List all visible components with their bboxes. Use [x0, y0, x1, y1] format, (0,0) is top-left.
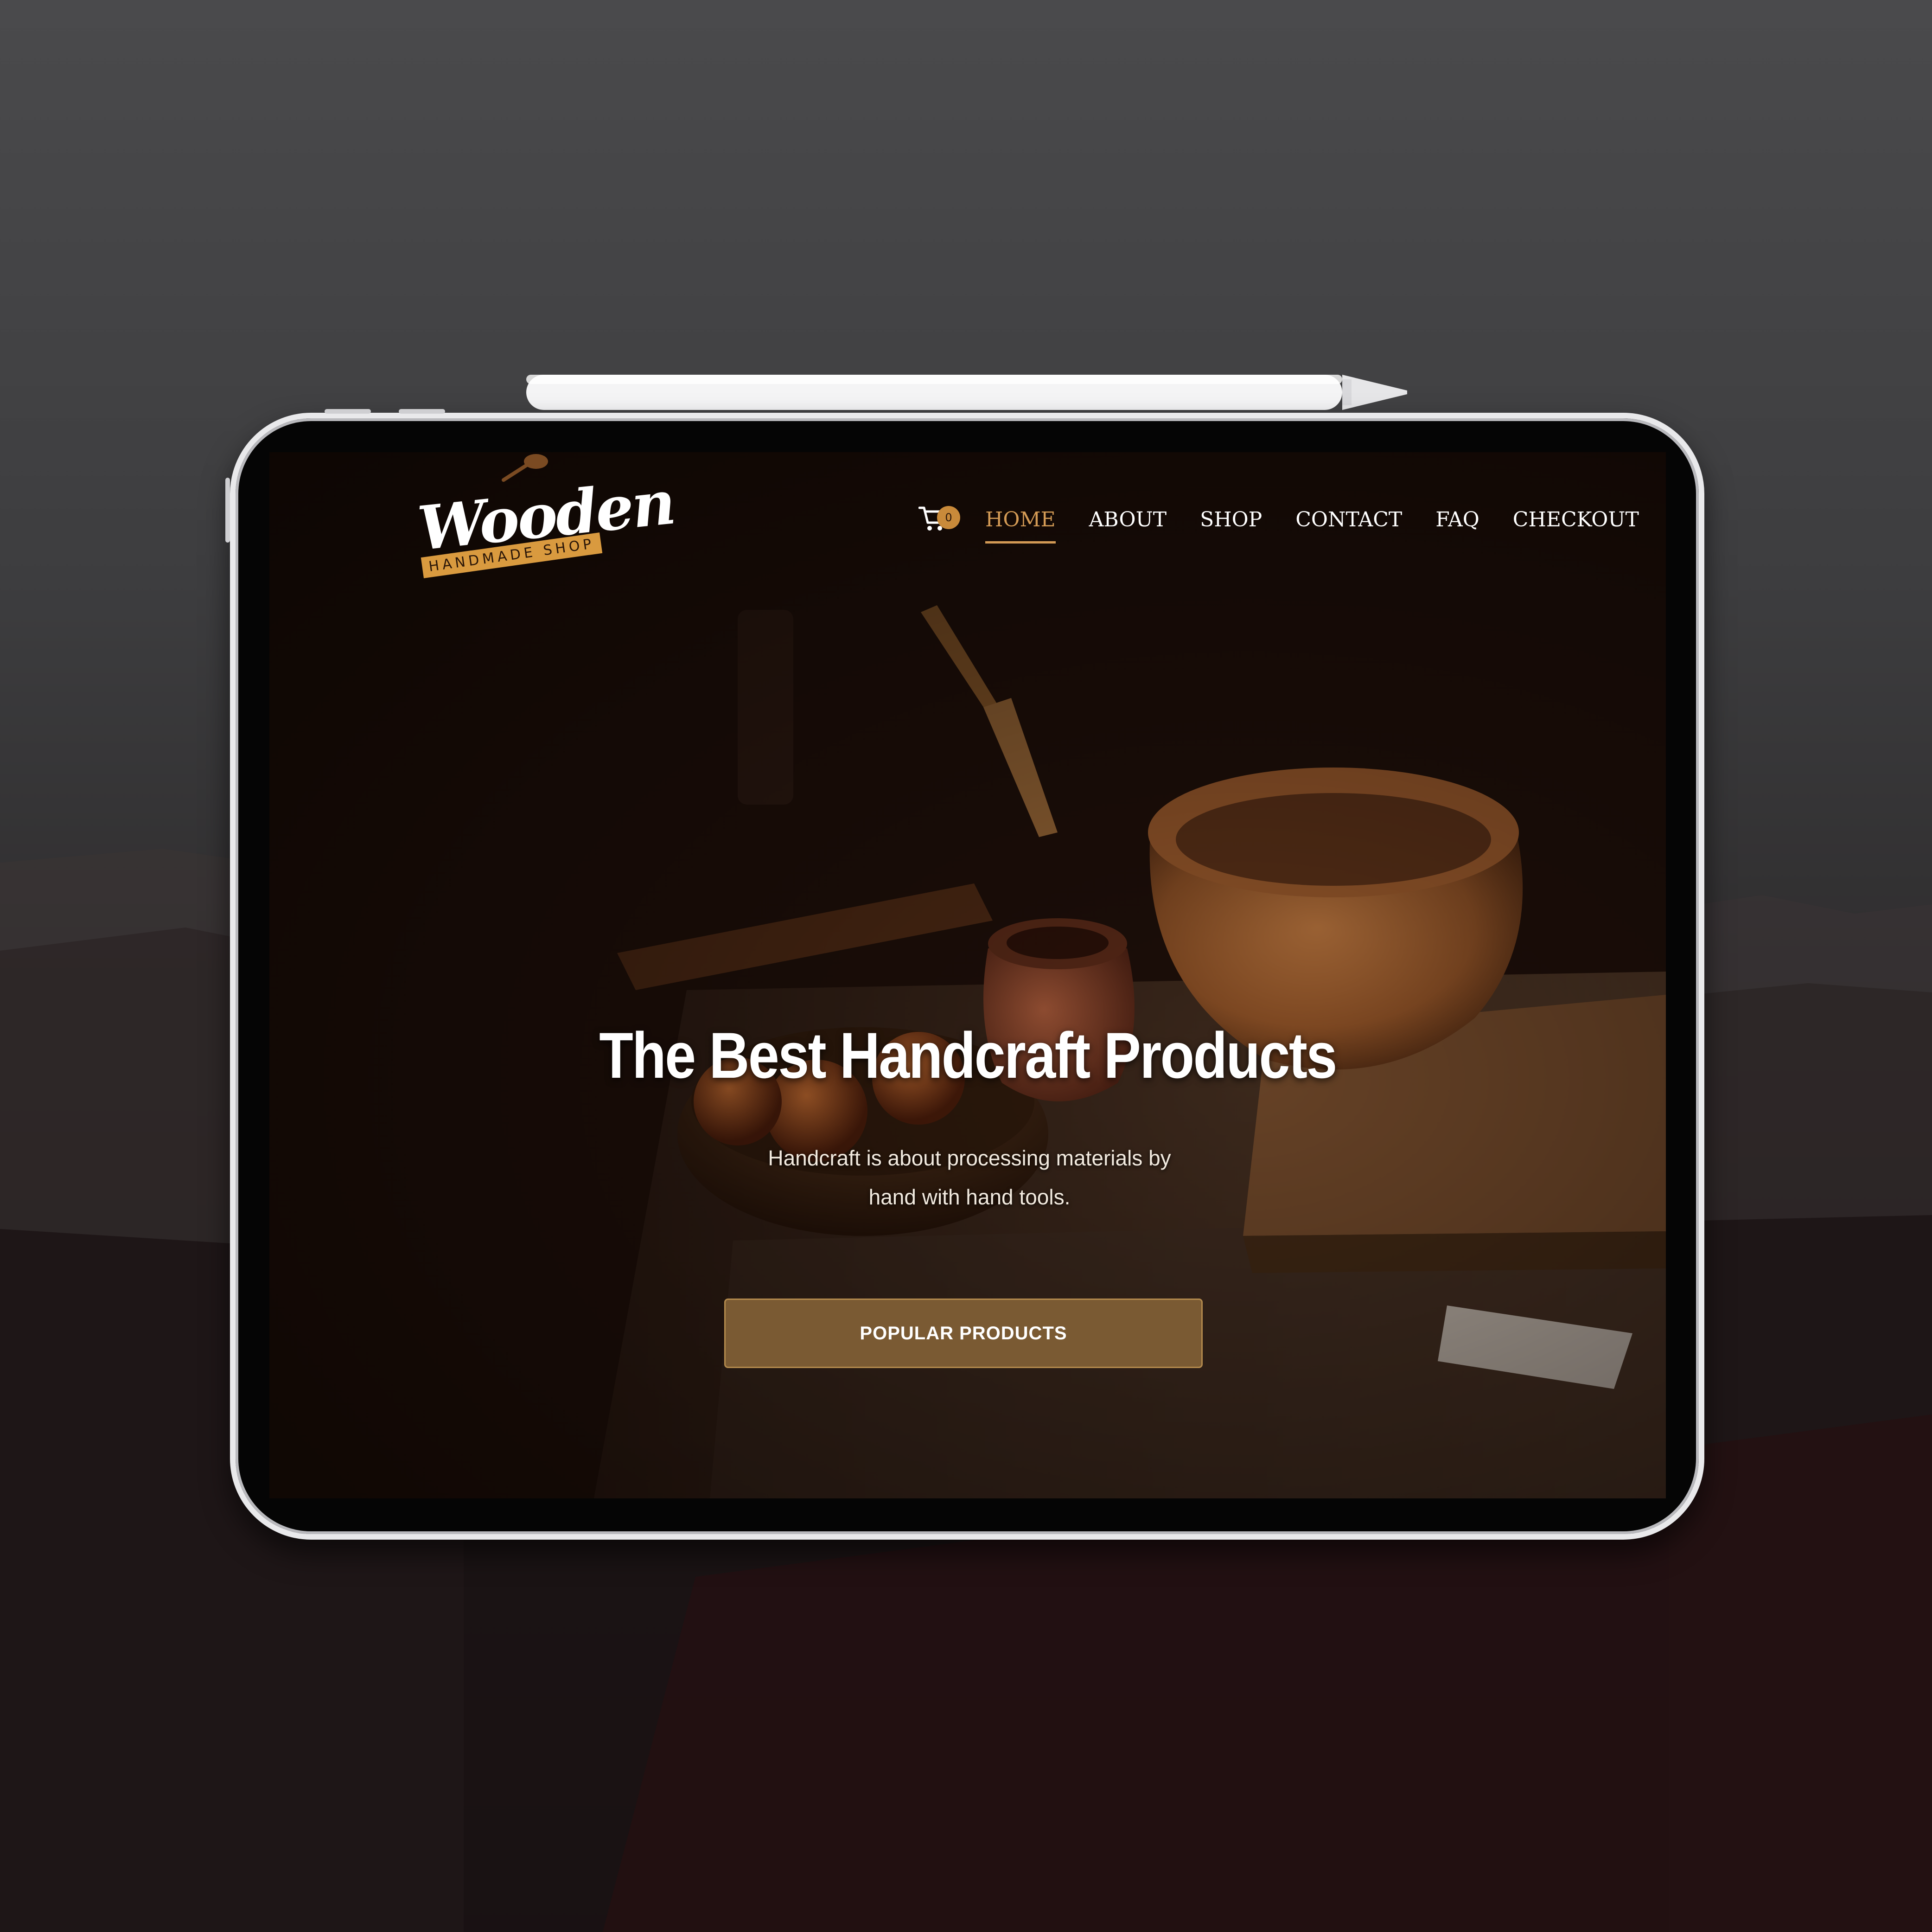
stylus-pencil [526, 375, 1407, 410]
nav-item-faq[interactable]: FAQ [1435, 508, 1479, 531]
tablet-top-button [399, 409, 445, 414]
nav-item-about[interactable]: ABOUT [1089, 508, 1167, 531]
nav-item-contact[interactable]: CONTACT [1295, 508, 1402, 531]
tablet-top-button [325, 409, 371, 414]
tablet-side-button [225, 478, 230, 543]
hero-title: The Best Handcraft Products [599, 1019, 1337, 1092]
nav-item-shop[interactable]: SHOP [1200, 508, 1262, 531]
cart-button[interactable]: 0 [918, 503, 960, 536]
nav-item-checkout[interactable]: CHECKOUT [1513, 508, 1639, 531]
site-logo[interactable]: Wooden HANDMADE SHOP [415, 452, 677, 591]
popular-products-button[interactable]: POPULAR PRODUCTS [724, 1299, 1203, 1368]
main-navigation: 0 HOME ABOUT SHOP CONTACT FAQ CHECKOUT [918, 499, 1639, 544]
cart-count-badge: 0 [937, 506, 960, 529]
website-screen: Wooden HANDMADE SHOP 0 HOME ABOUT SHOP C… [269, 452, 1666, 1498]
nav-item-home[interactable]: HOME [985, 508, 1056, 544]
hero-subtitle: Handcraft is about processing materials … [768, 1146, 1171, 1209]
